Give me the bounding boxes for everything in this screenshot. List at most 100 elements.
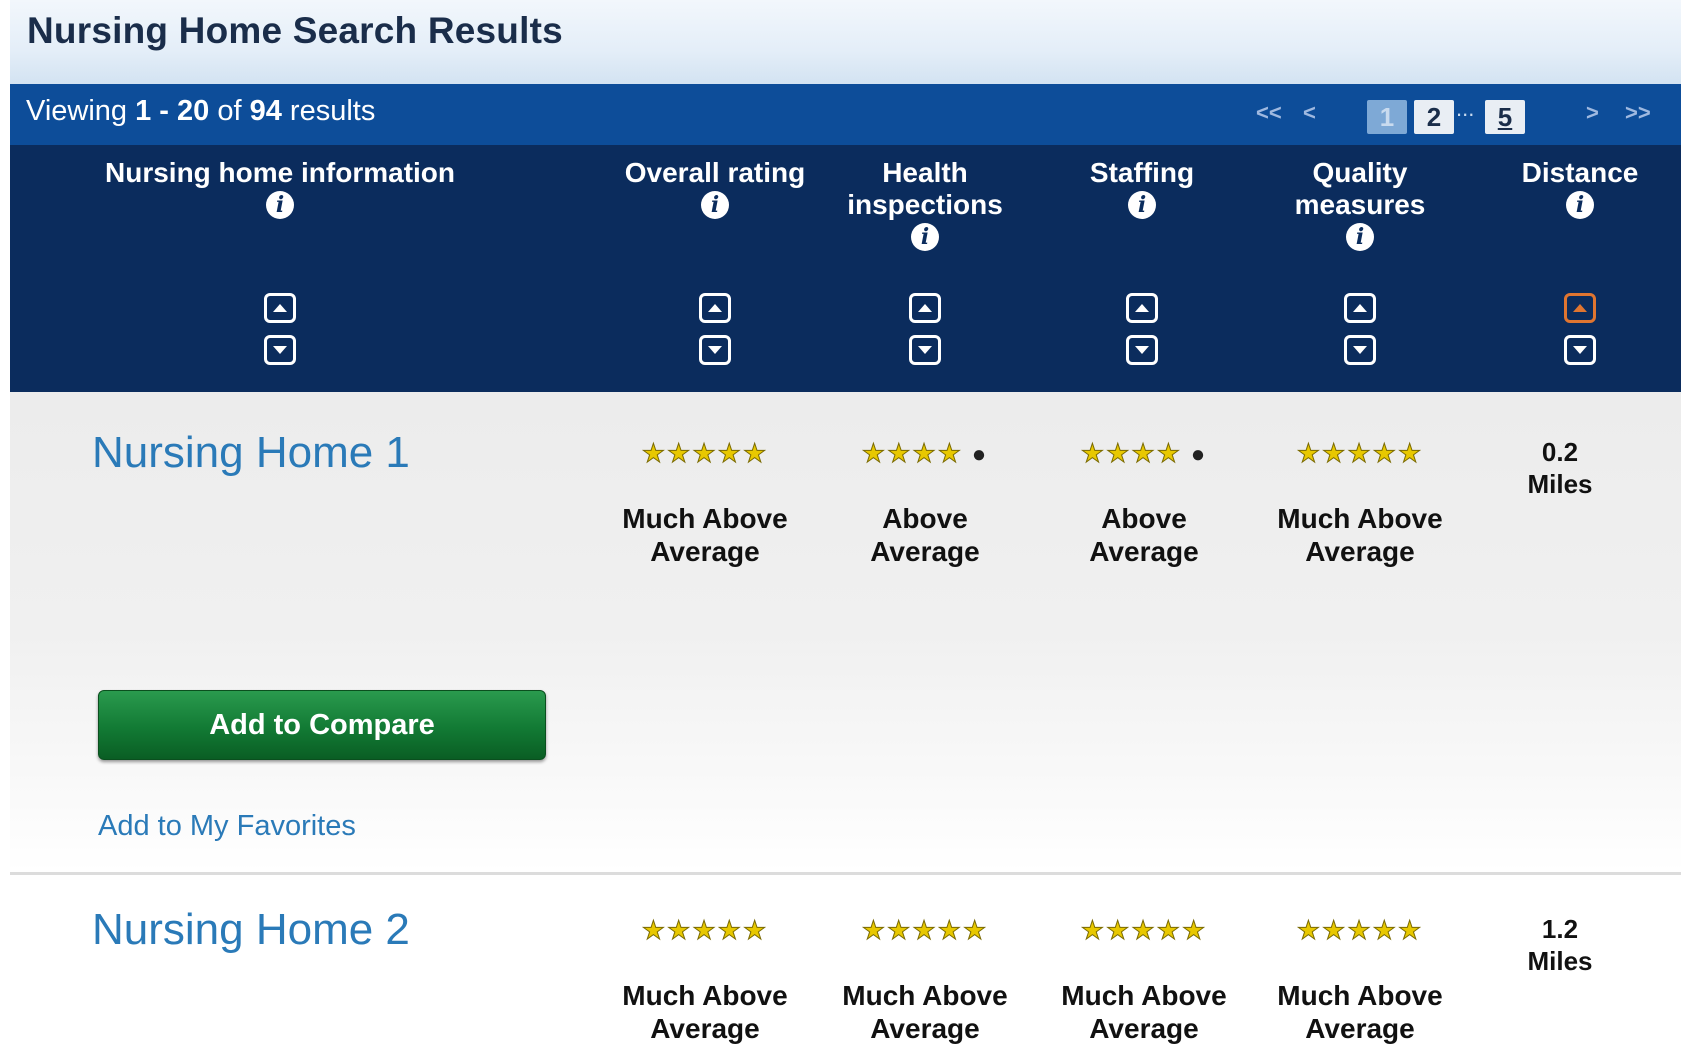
col-nursing-home-info: Nursing home information i — [80, 157, 480, 219]
up-triangle-icon — [1573, 304, 1587, 312]
col-label: Staffing — [1089, 157, 1195, 188]
star-rating-icon: ★★★★★ — [1296, 438, 1424, 469]
quality-measures-rating: ★★★★★ Much Above Average — [1260, 915, 1460, 1045]
last-page-button[interactable]: >> — [1625, 100, 1651, 126]
sort-ascending-button[interactable] — [909, 293, 941, 323]
info-icon[interactable]: i — [1346, 223, 1374, 251]
sort-controls-staffing — [1122, 293, 1162, 377]
rating-text: Much Above Average — [1277, 980, 1443, 1044]
page-5-button[interactable]: 5 — [1485, 100, 1525, 134]
star-rating-icon: ★★★★★ — [861, 915, 989, 946]
viewing-suffix: results — [289, 95, 376, 127]
rating-text: Much Above Average — [622, 980, 788, 1044]
col-health-inspections: Health inspections i — [825, 157, 1025, 251]
viewing-range: 1 - 20 — [135, 95, 210, 127]
sort-controls-distance — [1560, 293, 1600, 377]
nursing-home-link[interactable]: Nursing Home 2 — [92, 905, 410, 955]
sort-controls-overall — [695, 293, 735, 377]
star-rating-icon: ★★★★★ — [641, 915, 769, 946]
rating-text: Much Above Average — [842, 980, 1008, 1044]
results-summary-bar: Viewing 1 - 20 of 94 results << < 1 2 ..… — [10, 84, 1681, 145]
down-triangle-icon — [1573, 346, 1587, 354]
col-label: Overall rating — [624, 157, 806, 188]
viewing-prefix: Viewing — [26, 95, 128, 127]
add-to-favorites-link[interactable]: Add to My Favorites — [98, 810, 356, 843]
sort-controls-health — [905, 293, 945, 377]
page-title: Nursing Home Search Results — [27, 10, 563, 51]
up-triangle-icon — [1135, 304, 1149, 312]
result-row: Nursing Home 1 ★★★★★ Much Above Average … — [10, 392, 1681, 875]
sort-ascending-button[interactable] — [699, 293, 731, 323]
col-staffing: Staffing i — [1052, 157, 1232, 219]
rating-text: Much Above Average — [1061, 980, 1227, 1044]
staffing-rating: ★★★★★ Much Above Average — [1044, 915, 1244, 1045]
health-inspections-rating: ★★★★★ Much Above Average — [825, 915, 1025, 1045]
results-list: Nursing Home 1 ★★★★★ Much Above Average … — [10, 392, 1681, 1049]
filled-stars: ★★★★ — [861, 438, 964, 469]
page-2-button[interactable]: 2 — [1414, 100, 1454, 134]
col-label: Distance — [1521, 157, 1639, 188]
nursing-home-link[interactable]: Nursing Home 1 — [92, 428, 410, 478]
up-triangle-icon — [273, 304, 287, 312]
col-label: Nursing home information — [105, 157, 455, 188]
column-header-row: Nursing home information i Overall ratin… — [10, 145, 1681, 392]
info-icon[interactable]: i — [911, 223, 939, 251]
sort-ascending-button-active[interactable] — [1564, 293, 1596, 323]
sort-controls-info — [260, 293, 300, 377]
sort-descending-button[interactable] — [699, 335, 731, 365]
info-icon[interactable]: i — [1128, 191, 1156, 219]
page: Nursing Home Search Results Viewing 1 - … — [0, 0, 1681, 1049]
star-rating-icon: ★★★★ ● — [825, 438, 1025, 469]
empty-star-dot-icon: ● — [963, 441, 989, 468]
down-triangle-icon — [918, 346, 932, 354]
info-icon[interactable]: i — [1566, 191, 1594, 219]
rating-text: Much Above Average — [622, 503, 788, 567]
first-page-button[interactable]: << — [1256, 100, 1282, 126]
filled-stars: ★★★★ — [1080, 438, 1183, 469]
col-overall-rating: Overall rating i — [600, 157, 830, 219]
sort-descending-button[interactable] — [1344, 335, 1376, 365]
empty-star-dot-icon: ● — [1182, 441, 1208, 468]
info-icon[interactable]: i — [701, 191, 729, 219]
distance-value: 0.2 Miles — [1527, 437, 1593, 499]
page-1-button[interactable]: 1 — [1367, 100, 1407, 134]
distance-value: 1.2 Miles — [1527, 914, 1593, 976]
prev-page-button[interactable]: < — [1303, 100, 1316, 126]
info-icon[interactable]: i — [266, 191, 294, 219]
quality-measures-rating: ★★★★★ Much Above Average — [1260, 438, 1460, 568]
sort-ascending-button[interactable] — [1344, 293, 1376, 323]
down-triangle-icon — [708, 346, 722, 354]
viewing-of: of — [217, 95, 242, 127]
rating-text: Above Average — [1089, 503, 1199, 567]
pagination-ellipsis: ... — [1456, 96, 1475, 121]
sort-ascending-button[interactable] — [1126, 293, 1158, 323]
staffing-rating: ★★★★ ● Above Average — [1044, 438, 1244, 568]
up-triangle-icon — [918, 304, 932, 312]
col-distance: Distance i — [1500, 157, 1660, 219]
rating-text: Above Average — [870, 503, 980, 567]
col-label: Quality measures — [1294, 157, 1426, 220]
down-triangle-icon — [1135, 346, 1149, 354]
up-triangle-icon — [1353, 304, 1367, 312]
title-bar: Nursing Home Search Results — [10, 0, 1681, 84]
sort-controls-quality — [1340, 293, 1380, 377]
up-triangle-icon — [708, 304, 722, 312]
down-triangle-icon — [1353, 346, 1367, 354]
result-row: Nursing Home 2 ★★★★★ Much Above Average … — [10, 875, 1681, 1049]
sort-descending-button[interactable] — [264, 335, 296, 365]
col-quality-measures: Quality measures i — [1270, 157, 1450, 251]
star-rating-icon: ★★★★★ — [641, 438, 769, 469]
down-triangle-icon — [273, 346, 287, 354]
viewing-total: 94 — [249, 95, 282, 127]
star-rating-icon: ★★★★ ● — [1044, 438, 1244, 469]
col-label: Health inspections — [847, 157, 1003, 220]
sort-descending-button[interactable] — [1126, 335, 1158, 365]
sort-descending-button[interactable] — [909, 335, 941, 365]
add-to-compare-button[interactable]: Add to Compare — [98, 690, 546, 760]
health-inspections-rating: ★★★★ ● Above Average — [825, 438, 1025, 568]
next-page-button[interactable]: > — [1586, 100, 1599, 126]
sort-ascending-button[interactable] — [264, 293, 296, 323]
pagination: << < 1 2 ... 5 > >> — [1241, 84, 1681, 145]
sort-descending-button[interactable] — [1564, 335, 1596, 365]
overall-rating: ★★★★★ Much Above Average — [605, 915, 805, 1045]
